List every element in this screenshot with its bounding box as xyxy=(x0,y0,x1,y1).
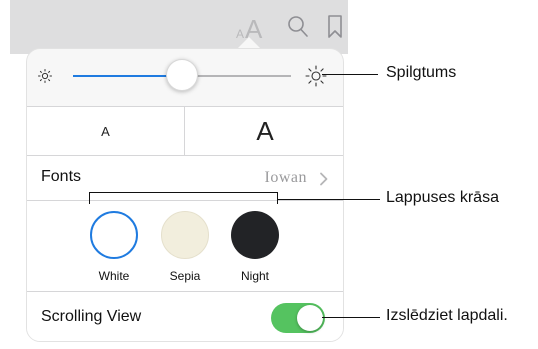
search-icon[interactable] xyxy=(287,15,309,39)
theme-label: Night xyxy=(240,269,269,283)
fonts-value: Iowan xyxy=(264,169,307,186)
sun-small-icon xyxy=(37,68,53,84)
reader-toolbar: A A xyxy=(10,0,348,54)
theme-label: Sepia xyxy=(169,269,201,283)
scrolling-view-row: Scrolling View xyxy=(27,292,343,341)
fonts-label: Fonts xyxy=(41,168,82,185)
callout-line-themes xyxy=(278,199,380,200)
callout-themes: Lappuses krāsa xyxy=(386,189,499,206)
decrease-font-button[interactable]: A xyxy=(27,107,184,155)
scrolling-view-label: Scrolling View xyxy=(41,308,142,325)
callout-line-brightness xyxy=(322,74,378,75)
sun-large-icon xyxy=(305,65,327,87)
theme-label: White xyxy=(98,269,130,283)
scrolling-view-toggle[interactable] xyxy=(271,303,325,333)
bookmark-icon[interactable] xyxy=(326,14,344,40)
callout-brightness: Spilgtums xyxy=(386,64,457,81)
chevron-right-icon xyxy=(319,172,329,186)
font-size-row: A A xyxy=(27,107,343,155)
toggle-knob xyxy=(297,305,323,331)
brightness-slider-thumb[interactable] xyxy=(166,59,198,91)
theme-swatch-night[interactable] xyxy=(231,211,279,259)
increase-font-button[interactable]: A xyxy=(185,107,343,155)
theme-sepia[interactable]: Sepia xyxy=(157,211,213,283)
theme-night[interactable]: Night xyxy=(227,211,283,283)
theme-swatch-white[interactable] xyxy=(90,211,138,259)
brightness-row xyxy=(27,49,343,107)
callout-scrolling: Izslēdziet lapdali. xyxy=(386,307,508,324)
theme-white[interactable]: White xyxy=(86,211,142,283)
brightness-slider-track[interactable] xyxy=(189,75,291,77)
themes-row: White Sepia Night xyxy=(27,201,343,291)
theme-swatch-sepia[interactable] xyxy=(161,211,209,259)
themes-bracket xyxy=(89,192,278,204)
callout-line-scrolling xyxy=(322,317,380,318)
